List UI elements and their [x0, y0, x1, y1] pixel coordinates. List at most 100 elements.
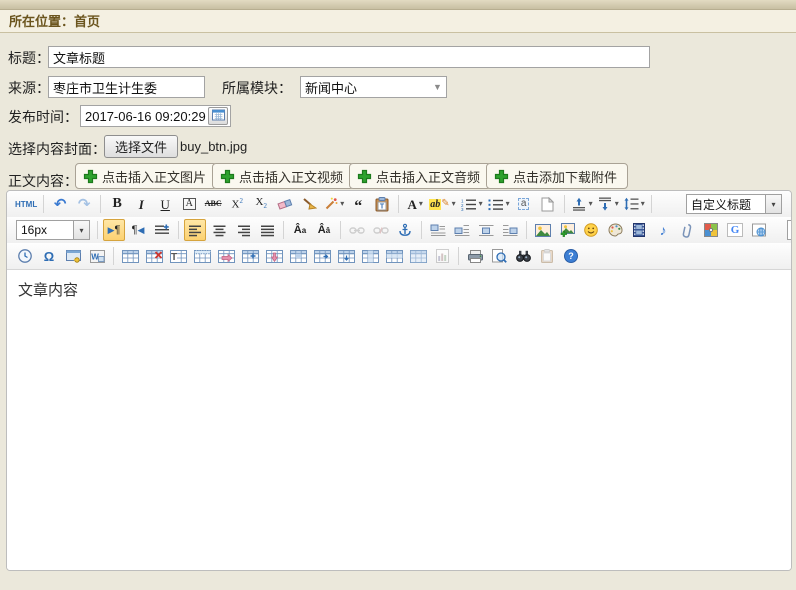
- insert-audio-button[interactable]: 点击插入正文音频: [349, 163, 491, 189]
- svg-text:T: T: [380, 203, 385, 210]
- insertvideo-button[interactable]: [628, 219, 650, 241]
- anchor-icon: [398, 223, 412, 237]
- unorderedlist-button[interactable]: ▾: [486, 193, 511, 215]
- eraser-button[interactable]: [274, 193, 296, 215]
- redo-button[interactable]: ↷: [73, 193, 95, 215]
- alignright-button[interactable]: [232, 219, 254, 241]
- ltr-button[interactable]: ▶¶: [103, 219, 125, 241]
- searchreplace-button[interactable]: [512, 245, 534, 267]
- choose-file-button[interactable]: 选择文件: [104, 135, 178, 158]
- blockquote-button[interactable]: “: [347, 193, 369, 215]
- insert-video-button[interactable]: 点击插入正文视频: [212, 163, 354, 189]
- mergedown-button[interactable]: [263, 245, 285, 267]
- mergecells-button[interactable]: [287, 245, 309, 267]
- inserttable-icon: [122, 250, 139, 263]
- imagefloatnone-button[interactable]: [427, 219, 449, 241]
- anchor-button[interactable]: [394, 219, 416, 241]
- insertcolnext-button[interactable]: [335, 245, 357, 267]
- add-attachment-button[interactable]: 点击添加下载附件: [486, 163, 628, 189]
- undo-button[interactable]: ↶: [49, 193, 71, 215]
- unorderedlist-icon: [487, 198, 504, 211]
- aligncenter-button[interactable]: [208, 219, 230, 241]
- title-input[interactable]: [48, 46, 650, 68]
- tabletitle-button[interactable]: [191, 245, 213, 267]
- autotypeset-icon: [323, 197, 338, 211]
- autoanchor-button[interactable]: a: [513, 193, 535, 215]
- deletetable-button[interactable]: [143, 245, 165, 267]
- imagefloatright-button[interactable]: [499, 219, 521, 241]
- eraser-icon: [277, 197, 293, 211]
- editor-content-area[interactable]: 文章内容: [7, 270, 791, 571]
- wordimage-button[interactable]: W: [86, 245, 108, 267]
- superscript-button[interactable]: X2: [226, 193, 248, 215]
- imagefloatleft-button[interactable]: [451, 219, 473, 241]
- breadcrumb-home-link[interactable]: 首页: [74, 14, 100, 29]
- snippet-button: [536, 245, 558, 267]
- inserttable-button[interactable]: [119, 245, 141, 267]
- map-button[interactable]: [700, 219, 722, 241]
- code-language-select-value: 代码语言: [788, 222, 791, 239]
- insertrownext-icon: [314, 250, 331, 263]
- indent-icon: [154, 224, 170, 237]
- lineheight-button[interactable]: ▾: [622, 193, 646, 215]
- spacetop-button[interactable]: ▾: [570, 193, 594, 215]
- indent-button[interactable]: [151, 219, 173, 241]
- tolowercase-button[interactable]: Ââ: [313, 219, 335, 241]
- code-language-select[interactable]: 代码语言▾: [787, 220, 791, 240]
- tablecaption-button[interactable]: T: [167, 245, 189, 267]
- autotypeset-button[interactable]: ▾: [322, 193, 345, 215]
- spacebottom-button[interactable]: ▾: [596, 193, 620, 215]
- pastetext-button[interactable]: T: [371, 193, 393, 215]
- unlink-icon: [373, 226, 389, 235]
- music-button[interactable]: ♪: [652, 219, 674, 241]
- scrawl-button[interactable]: [604, 219, 626, 241]
- spechars-button[interactable]: Ω: [38, 245, 60, 267]
- subscript-button[interactable]: X2: [250, 193, 272, 215]
- alignjustify-button[interactable]: [256, 219, 278, 241]
- attachment-button[interactable]: [676, 219, 698, 241]
- html-button[interactable]: HTML: [14, 193, 38, 215]
- link-icon: [349, 226, 365, 235]
- preview-button[interactable]: [488, 245, 510, 267]
- snapscreen-button[interactable]: [62, 245, 84, 267]
- strikethrough-button[interactable]: ABC: [202, 193, 224, 215]
- fontcolor-button[interactable]: A▾: [404, 193, 426, 215]
- superscript-icon: X2: [231, 198, 242, 211]
- custom-title-select[interactable]: 自定义标题▾: [686, 194, 782, 214]
- splittocols-button[interactable]: [383, 245, 405, 267]
- splittocells-button[interactable]: [407, 245, 429, 267]
- italic-button[interactable]: I: [130, 193, 152, 215]
- font-size-select[interactable]: 16px▾: [16, 220, 90, 240]
- module-select[interactable]: 新闻中心 ▼: [300, 76, 447, 98]
- emotion-button[interactable]: [580, 219, 602, 241]
- calendar-picker-button[interactable]: [208, 107, 228, 125]
- print-button[interactable]: [464, 245, 486, 267]
- gmap-button[interactable]: G: [724, 219, 746, 241]
- insertimage-button[interactable]: [532, 219, 554, 241]
- highlightcolor-button[interactable]: ab✎▾: [428, 193, 456, 215]
- insertcol-button[interactable]: [239, 245, 261, 267]
- insertrownext-button[interactable]: [311, 245, 333, 267]
- autoanchor-icon: a: [518, 198, 530, 210]
- touppercase-button[interactable]: Âa: [289, 219, 311, 241]
- toolbar-separator: [340, 221, 341, 239]
- formatpainter-button[interactable]: [298, 193, 320, 215]
- datetime-button[interactable]: [14, 245, 36, 267]
- fontborder-button[interactable]: A: [178, 193, 200, 215]
- source-input[interactable]: [48, 76, 205, 98]
- orderedlist-button[interactable]: 123▾: [459, 193, 484, 215]
- imagefloatcenter-button[interactable]: [475, 219, 497, 241]
- mergeright-button[interactable]: [215, 245, 237, 267]
- insert-image-button[interactable]: 点击插入正文图片: [75, 163, 217, 189]
- insertframe-button[interactable]: [748, 219, 770, 241]
- chevron-down-icon: ▾: [589, 200, 593, 208]
- rtl-button[interactable]: ¶◀: [127, 219, 149, 241]
- bold-button[interactable]: B: [106, 193, 128, 215]
- help-button[interactable]: ?: [560, 245, 582, 267]
- toolbar-separator: [526, 221, 527, 239]
- newdoc-button[interactable]: [537, 193, 559, 215]
- imagemanager-button[interactable]: [556, 219, 578, 241]
- alignleft-button[interactable]: [184, 219, 206, 241]
- splittorows-button[interactable]: [359, 245, 381, 267]
- underline-button[interactable]: U: [154, 193, 176, 215]
